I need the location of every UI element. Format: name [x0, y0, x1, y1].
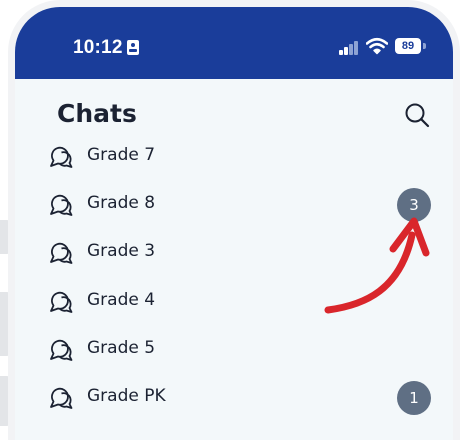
chat-item[interactable]: Grade PK 1	[15, 374, 453, 422]
chat-item[interactable]: Grade 3	[15, 229, 453, 277]
chat-bubbles-icon	[50, 194, 73, 216]
page-title: Chats	[57, 99, 137, 128]
signal-icon	[339, 40, 361, 55]
id-card-icon	[127, 40, 139, 55]
chat-bubbles-icon	[50, 242, 73, 264]
chat-label: Grade 3	[87, 241, 156, 261]
chat-label: Grade PK	[87, 386, 166, 406]
chat-item[interactable]: Grade 7	[15, 133, 453, 181]
chat-label: Grade 5	[87, 338, 156, 358]
chat-item[interactable]: Grade 4	[15, 278, 453, 326]
phone-frame: 10:12 89 Chats Grade 7 Grade 8 3 Grade 3…	[8, 0, 460, 440]
chat-bubbles-icon	[50, 291, 73, 313]
battery-tip	[423, 43, 426, 49]
chat-label: Grade 4	[87, 290, 156, 310]
battery-icon: 89	[395, 38, 421, 54]
unread-badge: 3	[397, 188, 431, 222]
status-bar: 10:12 89	[15, 7, 453, 79]
chat-item[interactable]: Grade 5	[15, 326, 453, 374]
unread-badge: 1	[397, 381, 431, 415]
status-time: 10:12	[73, 37, 123, 58]
chat-item[interactable]: Grade 8 3	[15, 181, 453, 229]
chat-label: Grade 7	[87, 145, 156, 165]
wifi-icon	[366, 37, 388, 55]
chat-label: Grade 8	[87, 193, 156, 213]
chat-bubbles-icon	[50, 387, 73, 409]
search-icon[interactable]	[403, 101, 431, 129]
chat-bubbles-icon	[50, 146, 73, 168]
chat-bubbles-icon	[50, 339, 73, 361]
